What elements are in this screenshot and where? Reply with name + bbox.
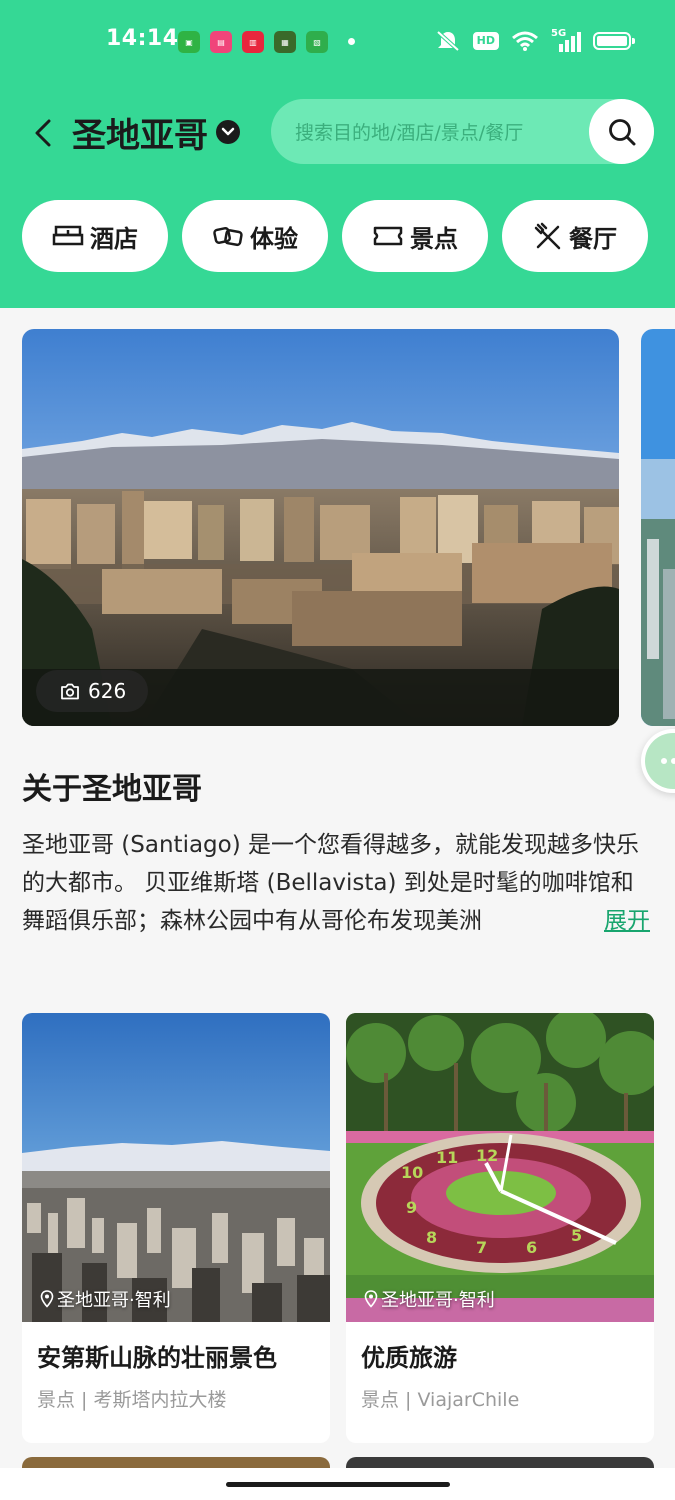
more-notifications-dot <box>348 38 355 45</box>
header: 14:14 ▣ ▤ ▥ ▦ ▧ HD 5G 圣地亚哥 搜索目的地/酒店/景点/餐… <box>0 0 675 308</box>
card-location: 圣地亚哥·智利 <box>364 1286 495 1312</box>
floating-more-button[interactable] <box>641 729 675 793</box>
chip-hotel-label: 酒店 <box>90 224 138 253</box>
card-location: 圣地亚哥·智利 <box>40 1286 171 1312</box>
svg-text:12: 12 <box>476 1146 498 1165</box>
home-indicator[interactable] <box>226 1482 450 1487</box>
location-pin-icon <box>364 1290 378 1308</box>
card-subtitle: 景点 | 考斯塔内拉大楼 <box>37 1389 227 1411</box>
svg-text:5: 5 <box>571 1226 582 1245</box>
card-location-label: 圣地亚哥·智利 <box>57 1290 171 1311</box>
chevron-left-icon <box>35 119 51 147</box>
city-skyline-image <box>22 329 619 726</box>
card-title: 优质旅游 <box>361 1344 457 1372</box>
next-hero-photo[interactable] <box>641 329 675 726</box>
chevron-down-icon <box>216 120 240 144</box>
status-bar: 14:14 ▣ ▤ ▥ ▦ ▧ HD 5G <box>0 0 675 86</box>
card-image: 10 11 12 98 7 6 5 圣地亚哥·智利 <box>346 1013 654 1322</box>
search-input[interactable] <box>293 99 587 166</box>
chip-attraction-label: 景点 <box>410 224 458 253</box>
card-image: 圣地亚哥·智利 <box>22 1013 330 1322</box>
flower-clock-image: 10 11 12 98 7 6 5 <box>346 1013 654 1322</box>
svg-text:6: 6 <box>526 1238 537 1257</box>
about-title: 关于圣地亚哥 <box>22 772 202 807</box>
status-time: 14:14 <box>106 26 179 51</box>
andes-view-image <box>22 1013 330 1322</box>
category-chips: 酒店 体验 景点 餐厅 <box>22 200 648 272</box>
chip-attraction[interactable]: 景点 <box>342 200 488 272</box>
app-notification-icon: ▥ <box>242 31 264 53</box>
svg-text:9: 9 <box>406 1198 417 1217</box>
hd-icon: HD <box>472 32 499 50</box>
chip-restaurant-label: 餐厅 <box>569 224 617 253</box>
location-pin-icon <box>40 1290 54 1308</box>
bed-icon <box>52 225 84 246</box>
attraction-card[interactable]: 圣地亚哥·智利 安第斯山脉的壮丽景色 景点 | 考斯塔内拉大楼 <box>22 1013 330 1443</box>
camera-icon <box>61 683 79 699</box>
card-title: 安第斯山脉的壮丽景色 <box>37 1344 277 1372</box>
card-subtitle: 景点 | ViajarChile <box>361 1389 520 1411</box>
svg-text:8: 8 <box>426 1228 437 1247</box>
svg-text:10: 10 <box>401 1163 423 1182</box>
back-button[interactable] <box>26 110 60 156</box>
ticket-icon <box>373 226 403 246</box>
signal-icon: 5G <box>551 28 581 52</box>
photo-count-badge[interactable]: 626 <box>36 670 149 712</box>
app-notification-icon: ▦ <box>274 31 296 53</box>
next-photo-preview <box>641 329 675 726</box>
city-selector[interactable]: 圣地亚哥 <box>72 108 240 156</box>
search-icon <box>608 118 635 145</box>
chip-restaurant[interactable]: 餐厅 <box>502 200 648 272</box>
text-fade <box>540 902 600 940</box>
search-button[interactable] <box>589 99 654 164</box>
wifi-icon <box>512 31 538 51</box>
battery-icon <box>593 32 635 50</box>
chip-hotel[interactable]: 酒店 <box>22 200 168 272</box>
status-right: HD 5G <box>435 28 635 52</box>
fork-knife-icon <box>534 222 561 250</box>
svg-text:7: 7 <box>476 1238 487 1257</box>
chip-experience[interactable]: 体验 <box>182 200 328 272</box>
notification-icons: ▣ ▤ ▥ ▦ ▧ <box>178 31 328 53</box>
mute-bell-icon <box>436 30 459 52</box>
app-notification-icon: ▤ <box>210 31 232 53</box>
hero-photo[interactable]: 626 <box>22 329 619 726</box>
card-location-label: 圣地亚哥·智利 <box>381 1290 495 1311</box>
svg-text:11: 11 <box>436 1148 458 1167</box>
photo-count: 626 <box>88 679 127 703</box>
city-name: 圣地亚哥 <box>72 115 208 156</box>
experience-icon <box>213 226 243 247</box>
message-icon: ▧ <box>306 31 328 53</box>
chip-experience-label: 体验 <box>250 224 298 253</box>
app-notification-icon: ▣ <box>178 31 200 53</box>
expand-link[interactable]: 展开 <box>602 902 650 940</box>
search-box <box>271 99 654 166</box>
attraction-card[interactable]: 10 11 12 98 7 6 5 圣地亚哥·智利 优质旅游 景点 | ViajarCh… <box>346 1013 654 1443</box>
